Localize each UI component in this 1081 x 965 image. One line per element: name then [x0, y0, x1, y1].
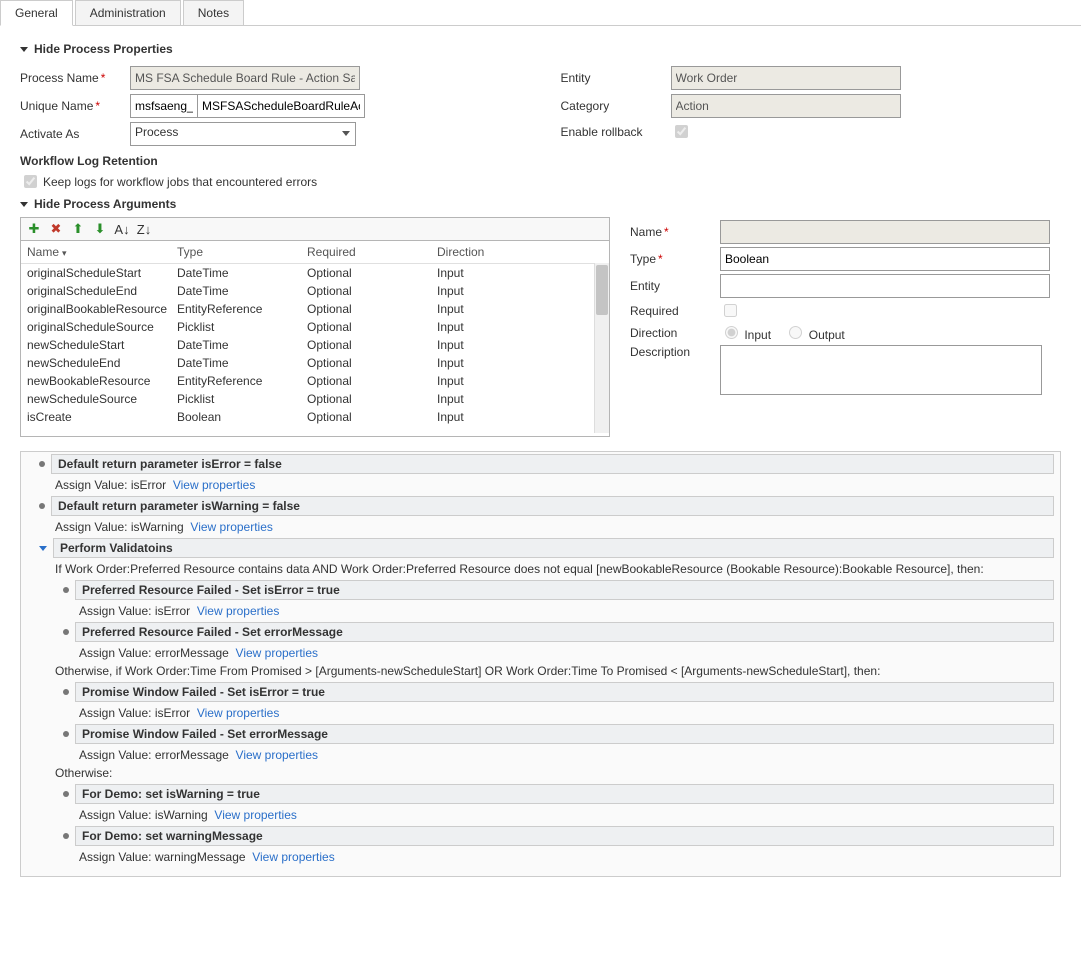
view-properties-link[interactable]: View properties: [236, 646, 319, 660]
tab-general[interactable]: General: [0, 0, 73, 26]
argform-entity-label: Entity: [630, 279, 720, 293]
sort-desc-icon[interactable]: Z↓: [136, 221, 152, 237]
expand-icon[interactable]: [39, 546, 47, 551]
view-properties-link[interactable]: View properties: [173, 478, 256, 492]
step-bullet-icon: [63, 629, 69, 635]
step-assign-text: Assign Value: warningMessage: [79, 850, 246, 864]
direction-input-radio[interactable]: Input: [720, 328, 771, 342]
tabs: General Administration Notes: [0, 0, 1081, 26]
scrollbar-thumb[interactable]: [596, 265, 608, 315]
args-grid[interactable]: Name Type Required Direction originalSch…: [20, 240, 610, 437]
view-properties-link[interactable]: View properties: [236, 748, 319, 762]
step-title[interactable]: Default return parameter isError = false: [51, 454, 1054, 474]
activate-as-select[interactable]: Process: [130, 122, 356, 146]
tab-notes[interactable]: Notes: [183, 0, 244, 26]
caret-down-icon: [20, 47, 28, 52]
step-bullet-icon: [63, 791, 69, 797]
delete-icon[interactable]: ✖: [48, 221, 64, 237]
step-bullet-icon: [39, 461, 45, 467]
args-toolbar: ✚ ✖ ⬆ ⬇ A↓ Z↓: [20, 217, 610, 240]
table-row[interactable]: originalScheduleEndDateTimeOptionalInput: [21, 282, 609, 300]
argform-type-select[interactable]: [720, 247, 1050, 271]
move-up-icon[interactable]: ⬆: [70, 221, 86, 237]
table-row[interactable]: originalBookableResourceEntityReferenceO…: [21, 300, 609, 318]
step-title[interactable]: Default return parameter isWarning = fal…: [51, 496, 1054, 516]
category-label: Category: [561, 99, 671, 113]
toggle-process-arguments[interactable]: Hide Process Arguments: [20, 197, 1061, 211]
step-title[interactable]: Promise Window Failed - Set errorMessage: [75, 724, 1054, 744]
log-retention-checkbox[interactable]: [24, 175, 37, 188]
unique-prefix-input[interactable]: [130, 94, 198, 118]
step-assign-text: Assign Value: errorMessage: [79, 646, 229, 660]
table-row[interactable]: isCreateBooleanOptionalInput: [21, 408, 609, 426]
category-input: [671, 94, 901, 118]
table-row[interactable]: newScheduleStartDateTimeOptionalInput: [21, 336, 609, 354]
entity-input: [671, 66, 901, 90]
col-name[interactable]: Name: [27, 245, 177, 259]
rollback-label: Enable rollback: [561, 125, 671, 139]
tab-administration[interactable]: Administration: [75, 0, 181, 26]
view-properties-link[interactable]: View properties: [197, 706, 280, 720]
view-properties-link[interactable]: View properties: [197, 604, 280, 618]
unique-name-input[interactable]: [197, 94, 365, 118]
step-title[interactable]: Preferred Resource Failed - Set errorMes…: [75, 622, 1054, 642]
log-retention-heading: Workflow Log Retention: [20, 154, 521, 168]
table-row[interactable]: newScheduleEndDateTimeOptionalInput: [21, 354, 609, 372]
table-row[interactable]: newScheduleSourcePicklistOptionalInput: [21, 390, 609, 408]
condition-text: Otherwise:: [21, 764, 1060, 782]
argform-description[interactable]: [720, 345, 1042, 395]
move-down-icon[interactable]: ⬇: [92, 221, 108, 237]
argform-description-label: Description: [630, 345, 720, 359]
step-title[interactable]: For Demo: set warningMessage: [75, 826, 1054, 846]
toggle-process-properties[interactable]: Hide Process Properties: [20, 42, 1061, 56]
step-title[interactable]: Preferred Resource Failed - Set isError …: [75, 580, 1054, 600]
step-assign-text: Assign Value: errorMessage: [79, 748, 229, 762]
step-title[interactable]: For Demo: set isWarning = true: [75, 784, 1054, 804]
argform-required-label: Required: [630, 304, 720, 318]
step-bullet-icon: [63, 731, 69, 737]
table-row[interactable]: originalScheduleSourcePicklistOptionalIn…: [21, 318, 609, 336]
condition-text: If Work Order:Preferred Resource contain…: [21, 560, 1060, 578]
step-assign-text: Assign Value: isError: [79, 604, 190, 618]
step-title[interactable]: Promise Window Failed - Set isError = tr…: [75, 682, 1054, 702]
argform-required-checkbox[interactable]: [724, 304, 737, 317]
condition-text: Otherwise, if Work Order:Time From Promi…: [21, 662, 1060, 680]
entity-label: Entity: [561, 71, 671, 85]
rollback-checkbox[interactable]: [675, 125, 688, 138]
step-bullet-icon: [63, 833, 69, 839]
table-row[interactable]: newBookableResourceEntityReferenceOption…: [21, 372, 609, 390]
argform-type-label: Type: [630, 252, 656, 266]
workflow-steps: Default return parameter isError = false…: [20, 451, 1061, 877]
table-row[interactable]: originalScheduleStartDateTimeOptionalInp…: [21, 264, 609, 282]
step-assign-text: Assign Value: isWarning: [55, 520, 184, 534]
col-required[interactable]: Required: [307, 245, 437, 259]
step-assign-text: Assign Value: isError: [79, 706, 190, 720]
caret-down-icon: [20, 202, 28, 207]
view-properties-link[interactable]: View properties: [190, 520, 273, 534]
direction-output-radio[interactable]: Output: [784, 328, 844, 342]
step-bullet-icon: [39, 503, 45, 509]
view-properties-link[interactable]: View properties: [252, 850, 335, 864]
argform-direction-label: Direction: [630, 326, 720, 340]
step-assign-text: Assign Value: isWarning: [79, 808, 208, 822]
view-properties-link[interactable]: View properties: [214, 808, 297, 822]
sort-asc-icon[interactable]: A↓: [114, 221, 130, 237]
step-bullet-icon: [63, 587, 69, 593]
process-name-label: Process Name: [20, 71, 99, 85]
add-icon[interactable]: ✚: [26, 221, 42, 237]
log-retention-label: Keep logs for workflow jobs that encount…: [43, 175, 317, 189]
process-name-input[interactable]: [130, 66, 360, 90]
argform-name-label: Name: [630, 225, 662, 239]
step-title[interactable]: Perform Validatoins: [53, 538, 1054, 558]
step-assign-text: Assign Value: isError: [55, 478, 166, 492]
step-bullet-icon: [63, 689, 69, 695]
col-type[interactable]: Type: [177, 245, 307, 259]
unique-name-label: Unique Name: [20, 99, 93, 113]
argform-name-input[interactable]: [720, 220, 1050, 244]
argform-entity-select[interactable]: [720, 274, 1050, 298]
activate-as-label: Activate As: [20, 127, 130, 141]
col-direction[interactable]: Direction: [437, 245, 537, 259]
